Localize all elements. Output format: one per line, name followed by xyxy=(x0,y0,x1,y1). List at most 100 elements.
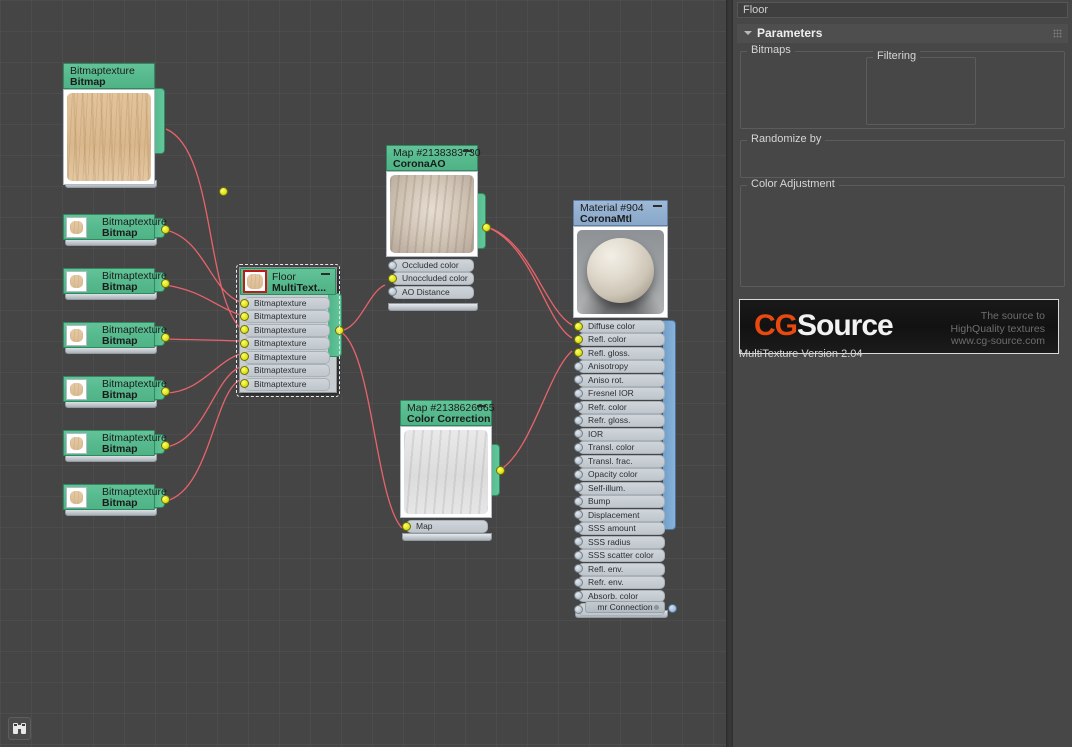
slot-row[interactable]: Bump xyxy=(574,495,665,509)
output-socket[interactable] xyxy=(496,466,505,475)
slot-row[interactable]: Refr. env. xyxy=(574,576,665,589)
slot-row[interactable]: Diffuse color xyxy=(574,320,665,333)
collapse-icon[interactable] xyxy=(477,405,486,407)
slot-row[interactable]: AO Distance xyxy=(388,285,474,299)
node-subtitle: Bitmap xyxy=(102,443,138,455)
output-socket[interactable] xyxy=(161,333,170,342)
output-socket[interactable] xyxy=(482,223,491,232)
mr-connection-footer[interactable]: mr Connection xyxy=(585,601,665,613)
logo-cg-text: CG xyxy=(754,309,798,342)
slot-row[interactable]: SSS amount xyxy=(574,522,665,536)
input-socket[interactable] xyxy=(574,577,583,587)
node-bitmaptexture-4[interactable]: Bitmaptexture Bitmap xyxy=(63,322,170,354)
slot-row[interactable]: Bitmaptexture xyxy=(240,377,330,391)
input-socket[interactable] xyxy=(240,338,249,348)
material-name-field[interactable]: Floor xyxy=(737,2,1068,18)
slot-label: SSS amount xyxy=(578,522,665,536)
slot-row[interactable]: Self-illum. xyxy=(574,481,665,495)
input-socket[interactable] xyxy=(574,550,583,560)
slot-row[interactable]: Transl. frac. xyxy=(574,454,665,468)
output-socket[interactable] xyxy=(668,604,677,613)
zoom-extents-button[interactable] xyxy=(8,717,31,740)
slot-row[interactable]: Refl. color xyxy=(574,333,665,347)
input-socket[interactable] xyxy=(574,388,583,398)
slot-row[interactable]: Bitmaptexture xyxy=(240,323,330,337)
input-socket[interactable] xyxy=(574,604,583,614)
mr-connection-socket[interactable] xyxy=(654,605,659,610)
slot-row[interactable]: Displacement xyxy=(574,508,665,522)
node-preview xyxy=(66,433,87,454)
randomize-group-label: Randomize by xyxy=(747,133,826,145)
slot-row[interactable]: Refl. gloss. xyxy=(574,346,665,360)
output-socket[interactable] xyxy=(219,187,228,196)
input-socket[interactable] xyxy=(240,298,249,308)
slot-row[interactable]: Transl. color xyxy=(574,441,665,455)
slot-row[interactable]: Unoccluded color xyxy=(388,272,474,286)
chevron-down-icon xyxy=(744,31,752,35)
node-bitmaptexture-1[interactable]: Bitmaptexture Bitmap xyxy=(63,63,228,196)
slot-row[interactable]: Refl. env. xyxy=(574,562,665,576)
drag-grip-icon[interactable] xyxy=(1053,29,1062,38)
slot-label: Diffuse color xyxy=(578,320,665,333)
slot-row[interactable]: Bitmaptexture xyxy=(240,310,330,324)
node-bitmaptexture-5[interactable]: Bitmaptexture Bitmap xyxy=(63,376,170,408)
node-titlebar[interactable]: Bitmaptexture Bitmap xyxy=(63,63,155,89)
slot-row[interactable]: SSS scatter color xyxy=(574,549,665,563)
slot-row[interactable]: IOR xyxy=(574,427,665,441)
slot-row[interactable]: Fresnel IOR xyxy=(574,387,665,401)
input-socket[interactable] xyxy=(388,273,397,283)
slot-row[interactable]: Bitmaptexture xyxy=(240,337,330,351)
input-socket[interactable] xyxy=(574,361,583,371)
input-socket[interactable] xyxy=(574,321,583,331)
collapse-icon[interactable] xyxy=(653,205,662,207)
output-socket[interactable] xyxy=(161,279,170,288)
node-titlebar[interactable]: Map #2138626665 Color Correction xyxy=(400,400,495,426)
output-socket[interactable] xyxy=(161,225,170,234)
slot-row[interactable]: Refr. gloss. xyxy=(574,414,665,428)
ao-preview-thumbnail xyxy=(390,175,474,253)
node-titlebar[interactable]: Map #2138383730 CoronaAO xyxy=(386,145,481,171)
slot-row[interactable]: Anisotropy xyxy=(574,360,665,374)
parameters-rollout-header[interactable]: Parameters xyxy=(737,24,1068,43)
input-socket[interactable] xyxy=(402,521,411,531)
node-corona-ao[interactable]: Map #2138383730 CoronaAO Occluded color … xyxy=(386,145,491,311)
node-bitmaptexture-7[interactable]: Bitmaptexture Bitmap xyxy=(63,484,170,516)
input-socket[interactable] xyxy=(574,442,583,452)
slot-row[interactable]: Bitmaptexture xyxy=(240,297,330,310)
collapse-icon[interactable] xyxy=(463,150,472,152)
slot-row[interactable]: Opacity color xyxy=(574,468,665,482)
node-bitmaptexture-6[interactable]: Bitmaptexture Bitmap xyxy=(63,430,170,462)
node-multitexture-floor[interactable]: Floor MultiText... Bitmaptexture Bitmapt… xyxy=(236,264,344,397)
slot-row[interactable]: Aniso rot. xyxy=(574,373,665,387)
input-socket[interactable] xyxy=(574,523,583,533)
slot-row[interactable]: Occluded color xyxy=(388,259,474,272)
node-corona-mtl[interactable]: Material #904 CoronaMtl Diffuse color Re… xyxy=(573,200,677,618)
input-socket[interactable] xyxy=(574,334,583,344)
collapse-icon[interactable] xyxy=(321,273,330,275)
cgsource-banner[interactable]: CGSource The source to HighQuality textu… xyxy=(739,299,1059,354)
output-socket[interactable] xyxy=(161,441,170,450)
node-graph-canvas[interactable]: Bitmaptexture Bitmap Bitmaptexture Bitma… xyxy=(0,0,726,747)
node-bitmaptexture-2[interactable]: Bitmaptexture Bitmap xyxy=(63,214,170,246)
input-socket[interactable] xyxy=(388,260,397,270)
node-titlebar[interactable]: Material #904 CoronaMtl xyxy=(573,200,668,226)
output-socket[interactable] xyxy=(161,495,170,504)
input-socket[interactable] xyxy=(574,496,583,506)
slot-row[interactable]: Refr. color xyxy=(574,400,665,414)
input-socket[interactable] xyxy=(240,311,249,321)
panel-splitter[interactable] xyxy=(726,0,733,747)
output-socket[interactable] xyxy=(161,387,170,396)
input-socket[interactable] xyxy=(240,365,249,375)
node-bitmaptexture-3[interactable]: Bitmaptexture Bitmap xyxy=(63,268,170,300)
binoculars-icon xyxy=(13,723,26,734)
node-color-correction[interactable]: Map #2138626665 Color Correction Map xyxy=(400,400,505,542)
slot-row[interactable]: Bitmaptexture xyxy=(240,350,330,364)
slot-row[interactable]: Map xyxy=(402,520,488,533)
output-socket[interactable] xyxy=(335,326,344,335)
input-socket[interactable] xyxy=(574,415,583,425)
slot-row[interactable]: Bitmaptexture xyxy=(240,364,330,378)
slot-row[interactable]: SSS radius xyxy=(574,535,665,549)
input-socket[interactable] xyxy=(574,469,583,479)
node-preview xyxy=(573,226,668,318)
wood-texture-thumbnail xyxy=(70,437,83,450)
